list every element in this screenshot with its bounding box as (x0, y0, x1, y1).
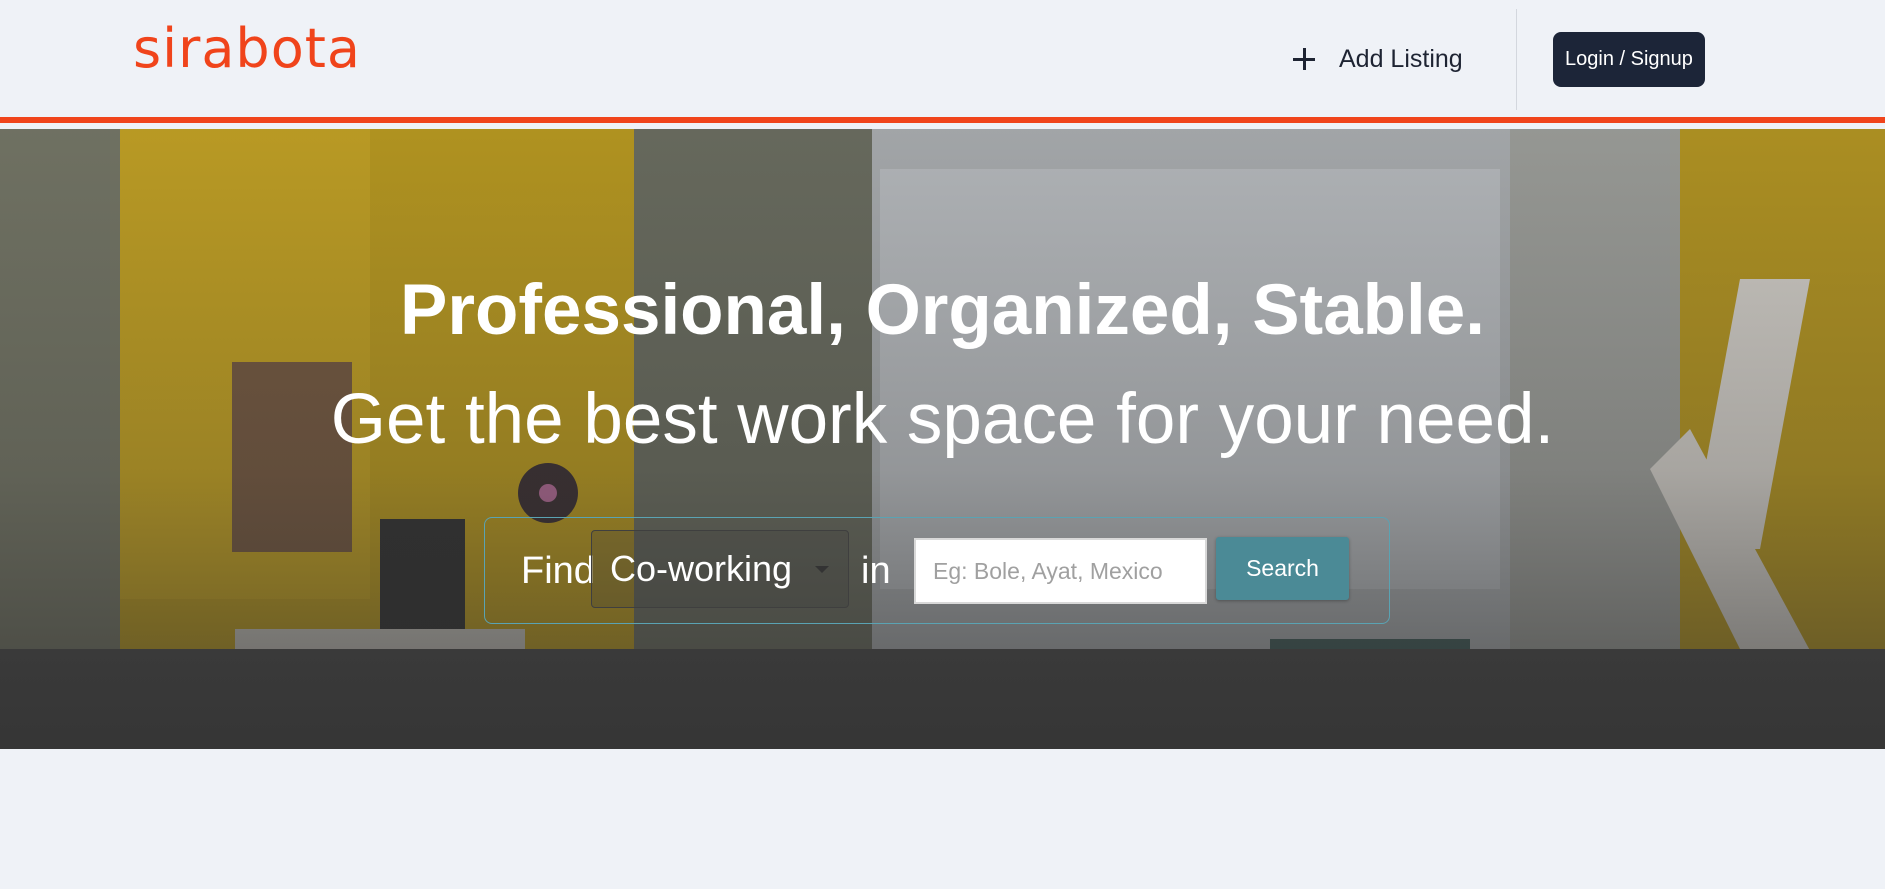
find-label: Find (521, 550, 595, 592)
add-listing-label: Add Listing (1339, 44, 1463, 73)
login-signup-button[interactable]: Login / Signup (1553, 32, 1705, 87)
hero-headline: Professional, Organized, Stable. (399, 271, 1485, 350)
caret-down-icon (815, 566, 829, 573)
sirabota-logo[interactable]: sirabota (133, 22, 361, 76)
in-label: in (861, 550, 891, 592)
hero-section: Professional, Organized, Stable. Get the… (0, 129, 1885, 749)
header-divider (1516, 9, 1517, 110)
site-header: sirabota Add Listing Login / Signup (0, 0, 1885, 123)
location-input[interactable] (914, 538, 1207, 604)
category-select[interactable]: Co-working (591, 530, 849, 608)
hero-subheadline: Get the best work space for your need. (330, 380, 1555, 459)
category-selected-value: Co-working (610, 548, 793, 589)
plus-icon (1293, 48, 1315, 70)
search-form: Find Co-working in Search (484, 517, 1390, 624)
search-button[interactable]: Search (1216, 537, 1349, 600)
add-listing-link[interactable]: Add Listing (1293, 36, 1463, 82)
